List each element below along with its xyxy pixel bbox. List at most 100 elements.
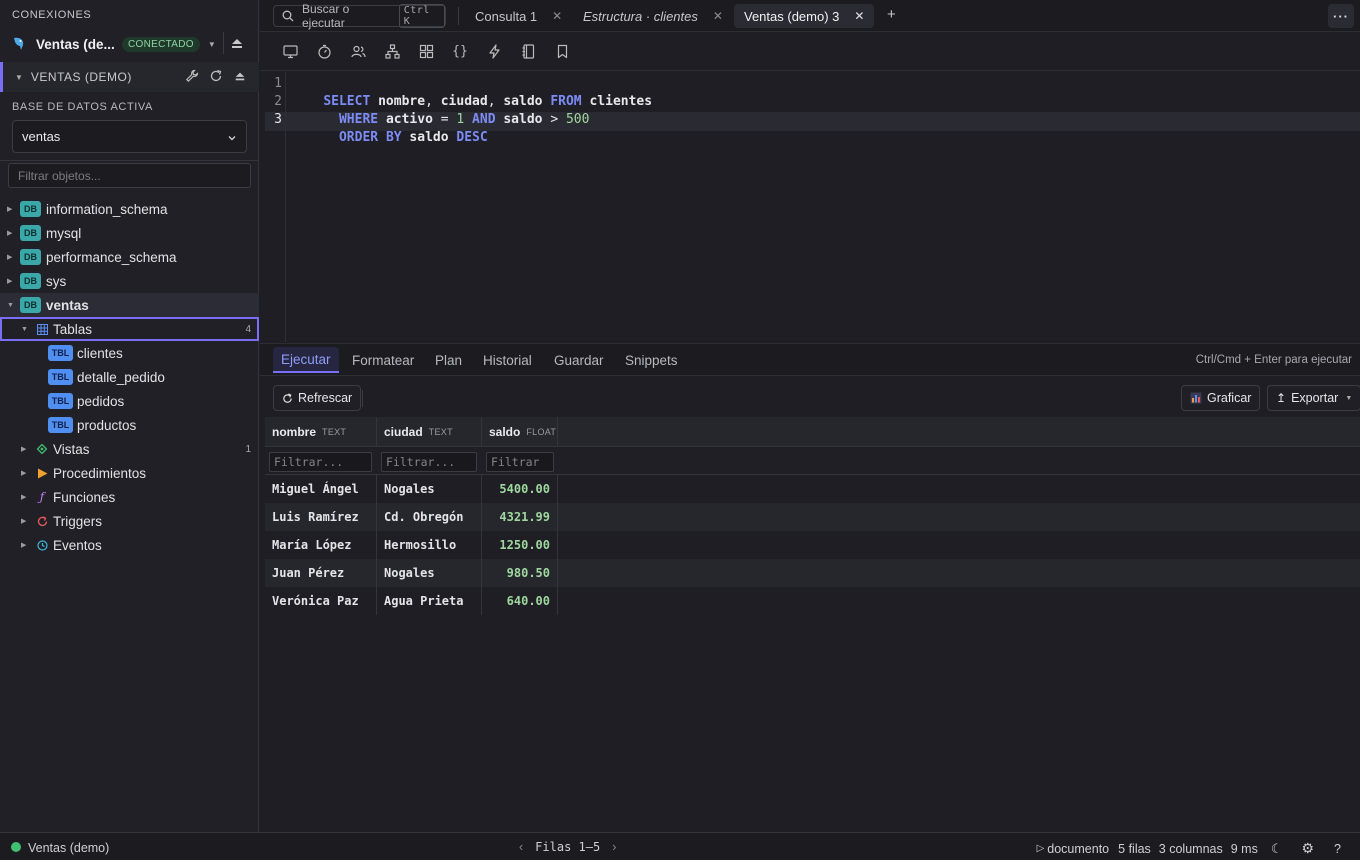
new-tab-button[interactable]: + — [887, 6, 896, 23]
filter-objects-input[interactable] — [8, 163, 251, 188]
tree-item-mysql[interactable]: ▶ DB mysql — [0, 221, 259, 245]
trigger-icon — [36, 515, 48, 527]
tree-group-tablas[interactable]: ▼ Tablas 4 — [0, 317, 259, 341]
refresh-button[interactable]: Refrescar — [273, 385, 362, 411]
command-search[interactable]: Buscar o ejecutar Ctrl K — [273, 2, 446, 30]
expand-icon[interactable]: ▶ — [7, 253, 12, 261]
collapse-icon[interactable]: ▼ — [15, 73, 23, 82]
hierarchy-icon[interactable] — [384, 43, 400, 59]
users-icon[interactable] — [350, 43, 366, 59]
close-icon[interactable]: ✕ — [713, 9, 723, 23]
connection-dropdown-icon[interactable]: ▼ — [208, 40, 216, 49]
connection-selector[interactable]: Ventas (de... CONECTADO ▼ — [10, 32, 254, 56]
timer-icon[interactable] — [316, 43, 332, 59]
table-icon: TBL — [48, 369, 73, 385]
bookmark-icon[interactable] — [554, 43, 570, 59]
tree-item-information-schema[interactable]: ▶ DB information_schema — [0, 197, 259, 221]
next-page-icon[interactable]: › — [612, 840, 616, 854]
tree-item-ventas[interactable]: ▼ DB ventas — [0, 293, 259, 317]
close-icon[interactable]: ✕ — [854, 9, 864, 23]
column-header-saldo[interactable]: saldo FLOAT — [482, 417, 558, 447]
eject-icon[interactable] — [233, 69, 247, 83]
tree-item-table-pedidos[interactable]: TBL pedidos — [0, 389, 259, 413]
active-db-select[interactable]: ventas — [12, 120, 247, 153]
grid-icon[interactable] — [418, 43, 434, 59]
help-icon[interactable]: ? — [1334, 842, 1341, 856]
export-button[interactable]: ↥ Exportar ▼ — [1267, 385, 1360, 411]
more-menu-button[interactable]: ··· — [1328, 4, 1354, 28]
filter-nombre-input[interactable] — [269, 452, 372, 472]
tab-ejecutar[interactable]: Ejecutar — [273, 347, 339, 373]
expand-icon[interactable]: ▶ — [21, 469, 26, 477]
tab-estructura-clientes[interactable]: Estructura · clientes ✕ — [583, 4, 723, 28]
line-number: 1 — [274, 76, 282, 91]
tab-plan[interactable]: Plan — [435, 347, 462, 373]
table-row[interactable]: Luis Ramírez Cd. Obregón 4321.99 — [265, 503, 1360, 531]
table-icon: TBL — [48, 417, 73, 433]
line-number: 2 — [274, 94, 282, 109]
tree-group-eventos[interactable]: ▶ Eventos — [0, 533, 259, 557]
table-icon: TBL — [48, 393, 73, 409]
expand-icon[interactable]: ▶ — [21, 445, 26, 453]
filter-ciudad-input[interactable] — [381, 452, 477, 472]
tree-group-funciones[interactable]: ▶ ƒ Funciones — [0, 485, 259, 509]
tree-item-table-detalle-pedido[interactable]: TBL detalle_pedido — [0, 365, 259, 389]
braces-icon[interactable]: {} — [452, 43, 468, 59]
search-label: Buscar o ejecutar — [302, 2, 350, 30]
tab-ventas-demo-3[interactable]: Ventas (demo) 3 ✕ — [734, 4, 875, 28]
active-connection-bar[interactable]: ▼ VENTAS (DEMO) — [0, 62, 259, 92]
expand-icon[interactable]: ▶ — [7, 229, 12, 237]
prev-page-icon[interactable]: ‹ — [519, 840, 523, 854]
code-line: SELECT nombre, ciudad, saldo FROM client… — [323, 94, 653, 109]
wrench-icon[interactable] — [185, 69, 199, 83]
collapse-icon[interactable]: ▼ — [21, 326, 28, 333]
line-number: 3 — [274, 112, 282, 127]
tab-historial[interactable]: Historial — [483, 347, 532, 373]
column-header-ciudad[interactable]: ciudad TEXT — [377, 417, 482, 447]
theme-moon-icon[interactable]: ☾ — [1271, 841, 1283, 857]
status-time: 9 ms — [1230, 841, 1258, 856]
tab-consulta-1[interactable]: Consulta 1 ✕ — [475, 4, 562, 28]
tree-group-procedimientos[interactable]: ▶ Procedimientos — [0, 461, 259, 485]
object-tree: ▶ DB information_schema ▶ DB mysql ▶ DB … — [0, 197, 259, 557]
table-row[interactable]: Juan Pérez Nogales 980.50 — [265, 559, 1360, 587]
close-icon[interactable]: ✕ — [552, 9, 562, 23]
editor-toolbar: {} — [260, 33, 1360, 71]
sql-editor[interactable]: 1 2 3 SELECT nombre, ciudad, saldo FROM … — [260, 72, 1360, 342]
table-row[interactable]: Miguel Ángel Nogales 5400.00 — [265, 475, 1360, 503]
tree-group-triggers[interactable]: ▶ Triggers — [0, 509, 259, 533]
collapse-icon[interactable]: ▼ — [7, 302, 14, 309]
refresh-icon — [282, 392, 293, 404]
connection-status-badge: CONECTADO — [122, 36, 200, 52]
settings-gear-icon[interactable]: ⚙ — [1301, 840, 1314, 857]
tab-formatear[interactable]: Formatear — [352, 347, 414, 373]
filter-saldo-input[interactable] — [486, 452, 554, 472]
tree-item-performance-schema[interactable]: ▶ DB performance_schema — [0, 245, 259, 269]
tree-group-vistas[interactable]: ▶ Vistas 1 — [0, 437, 259, 461]
disconnect-icon[interactable] — [230, 36, 244, 50]
tree-item-table-clientes[interactable]: TBL clientes — [0, 341, 259, 365]
action-tabs: Ejecutar Formatear Plan Historial Guarda… — [260, 343, 1360, 376]
active-db-label: BASE DE DATOS ACTIVA — [12, 101, 153, 113]
clock-icon — [36, 539, 48, 551]
lightning-icon[interactable] — [486, 43, 502, 59]
expand-icon[interactable]: ▶ — [21, 517, 26, 525]
chart-button[interactable]: Graficar — [1181, 385, 1261, 411]
tab-guardar[interactable]: Guardar — [554, 347, 604, 373]
bar-chart-icon — [1190, 392, 1202, 404]
monitor-icon[interactable] — [282, 43, 298, 59]
expand-icon[interactable]: ▶ — [21, 493, 26, 501]
table-row[interactable]: Verónica Paz Agua Prieta 640.00 — [265, 587, 1360, 615]
database-icon: DB — [20, 273, 41, 289]
refresh-icon[interactable] — [209, 69, 223, 83]
column-header-nombre[interactable]: nombre TEXT — [265, 417, 377, 447]
table-row[interactable]: María López Hermosillo 1250.00 — [265, 531, 1360, 559]
tree-item-table-productos[interactable]: TBL productos — [0, 413, 259, 437]
execute-shortcut-hint: Ctrl/Cmd + Enter para ejecutar — [1195, 354, 1352, 366]
tab-snippets[interactable]: Snippets — [625, 347, 678, 373]
expand-icon[interactable]: ▶ — [7, 277, 12, 285]
notebook-icon[interactable] — [520, 43, 536, 59]
expand-icon[interactable]: ▶ — [7, 205, 12, 213]
tree-item-sys[interactable]: ▶ DB sys — [0, 269, 259, 293]
expand-icon[interactable]: ▶ — [21, 541, 26, 549]
